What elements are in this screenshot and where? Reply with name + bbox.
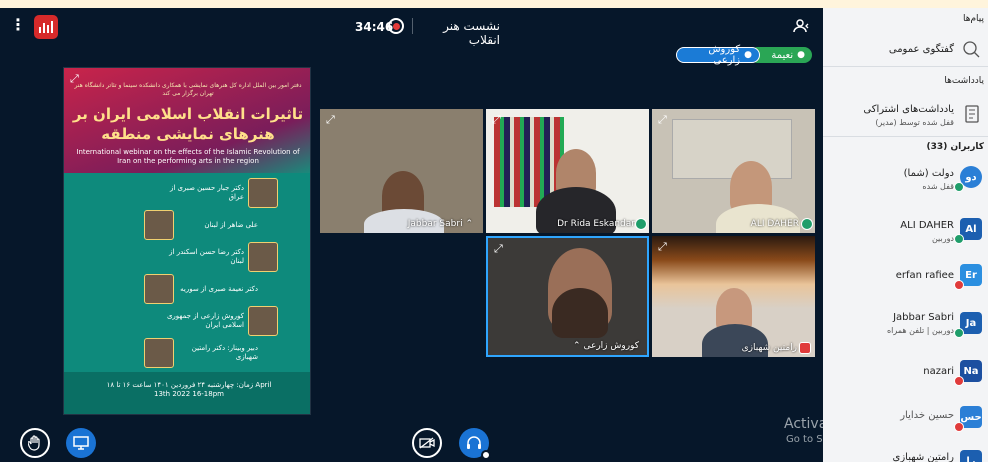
mic-icon: ● bbox=[797, 50, 805, 60]
present-screen-button[interactable] bbox=[66, 428, 96, 458]
poster-speaker: دکتر جبار حسین صبری از عراق bbox=[164, 178, 278, 208]
speaker-photo bbox=[144, 274, 174, 304]
video-tile[interactable]: ⤢ Jabbar Sabri ⌃ bbox=[320, 109, 483, 233]
video-tile[interactable]: ⤢ ⌃ کوروش زارعی bbox=[486, 236, 649, 357]
speaker-photo bbox=[248, 306, 278, 336]
speaker-name: کوروش زارعی از جمهوری اسلامی ایران bbox=[166, 312, 244, 329]
mic-status-icon bbox=[954, 328, 964, 338]
raise-hand-button[interactable] bbox=[20, 428, 50, 458]
user-name: Jabbar Sabri bbox=[893, 312, 954, 323]
avatar: را bbox=[960, 450, 982, 462]
mic-icon bbox=[635, 218, 647, 230]
fullscreen-icon[interactable]: ⤢ bbox=[494, 242, 503, 256]
recording-indicator-icon[interactable] bbox=[34, 15, 58, 39]
public-chat-label: گفتگوی عمومی bbox=[888, 44, 954, 55]
tile-name-label: ALI DAHER bbox=[750, 219, 799, 229]
user-status: دوربین | تلفن همراه bbox=[886, 326, 954, 335]
sidebar: پیام‌ها گفتگوی عمومی یادداشت‌ها یادداشت‌… bbox=[823, 8, 988, 462]
user-status: دوربین bbox=[931, 234, 954, 243]
tile-name-label: Jabbar Sabri ⌃ bbox=[407, 219, 473, 229]
participant-video bbox=[552, 288, 608, 338]
chat-icon bbox=[962, 40, 980, 58]
presentation-icon bbox=[73, 436, 89, 450]
poster-speaker: علی ضاهر از لبنان bbox=[144, 210, 258, 240]
user-status: قفل شده bbox=[922, 182, 954, 191]
activation-watermark: Activate Windows bbox=[784, 416, 823, 432]
user-name: erfan rafiee bbox=[895, 270, 954, 281]
poster-footer-text: زمان: چهارشنبه ۲۴ فروردین ۱۴۰۱ ساعت ۱۶ ت… bbox=[106, 381, 272, 398]
speaker-photo bbox=[248, 178, 278, 208]
talking-name: کوروش زارعی bbox=[708, 44, 741, 66]
poster-speaker: دبیر وبینار: دکتر رامتین شهبازی bbox=[144, 338, 258, 368]
wall-map bbox=[672, 119, 792, 179]
meeting-title: نشست هنر انقلاب bbox=[443, 19, 500, 47]
audio-status-dot bbox=[481, 450, 491, 460]
poster-title-en: International webinar on the effects of … bbox=[76, 148, 300, 165]
speaker-photo bbox=[144, 210, 174, 240]
headphones-icon bbox=[467, 436, 481, 449]
notes-header: یادداشت‌ها bbox=[944, 76, 984, 86]
divider bbox=[823, 66, 988, 67]
speaker-name: دکتر رضا حسن اسکندر از لبنان bbox=[169, 248, 244, 265]
video-tile[interactable]: ⤢ ALI DAHER bbox=[652, 109, 815, 233]
fullscreen-icon[interactable]: ⤢ bbox=[326, 113, 335, 127]
speaker-name: دکتر جبار حسین صبری از عراق bbox=[169, 184, 244, 201]
talking-indicator: ● کوروش زارعی bbox=[676, 44, 760, 66]
fullscreen-icon[interactable]: ⤢ bbox=[658, 113, 667, 127]
poster-speaker: دکتر نعیمة صبری از سوریه bbox=[144, 274, 258, 304]
record-icon[interactable] bbox=[388, 18, 404, 34]
poster-title: تاثیرات انقلاب اسلامی ایران بر هنرهای نم… bbox=[72, 105, 304, 143]
fullscreen-icon[interactable]: ⤢ bbox=[492, 113, 501, 127]
talking-name: نعیمة bbox=[771, 49, 794, 61]
tile-name-label: ⌃ کوروش زارعی bbox=[573, 341, 639, 351]
camera-toggle-button[interactable] bbox=[412, 428, 442, 458]
speaker-photo bbox=[248, 242, 278, 272]
divider bbox=[823, 136, 988, 137]
user-name: حسین خدایار bbox=[900, 410, 954, 421]
hand-icon bbox=[28, 435, 40, 451]
user-name: ALI DAHER bbox=[900, 220, 954, 231]
poster-speaker: دکتر رضا حسن اسکندر از لبنان bbox=[164, 242, 278, 272]
fullscreen-icon[interactable]: ⤢ bbox=[658, 240, 667, 254]
mic-icon bbox=[801, 218, 813, 230]
speaker-photo bbox=[144, 338, 174, 368]
muted-mic-icon bbox=[799, 342, 811, 354]
shared-notes-sub: قفل شده توسط (مدیر) bbox=[875, 118, 954, 127]
shared-notes-label: یادداشت‌های اشتراکی bbox=[863, 104, 954, 115]
divider bbox=[412, 18, 413, 34]
users-toggle-icon[interactable] bbox=[792, 18, 812, 34]
speaker-name: دبیر وبینار: دکتر رامتین شهبازی bbox=[191, 344, 258, 361]
presentation-slide[interactable]: ⤢ دفتر امور بین الملل اداره کل هنرهای نم… bbox=[63, 67, 311, 415]
mic-icon: ● bbox=[744, 50, 752, 60]
tile-name-label: Dr Rida Eskandar bbox=[557, 219, 635, 229]
muted-mic-icon bbox=[954, 280, 964, 290]
poster-header-text: دفتر امور بین الملل اداره کل هنرهای نمای… bbox=[74, 82, 302, 97]
top-strip bbox=[0, 0, 988, 8]
video-tile[interactable]: ⤢ رامتین شهبازی bbox=[652, 236, 815, 357]
notes-icon bbox=[964, 104, 980, 124]
messages-header: پیام‌ها bbox=[962, 14, 984, 24]
user-name: رامتین شهبازی bbox=[892, 452, 955, 462]
poster-speaker: کوروش زارعی از جمهوری اسلامی ایران bbox=[164, 306, 278, 336]
video-tile[interactable]: ⤢ Dr Rida Eskandar bbox=[486, 109, 649, 233]
muted-mic-icon bbox=[954, 376, 964, 386]
mic-status-icon bbox=[954, 182, 964, 192]
user-name: nazari bbox=[923, 366, 954, 377]
main-stage: ⋮ 34:46 نشست هنر انقلاب ● نعیمة ● کوروش … bbox=[0, 8, 823, 462]
users-header: کاربران (33) bbox=[926, 142, 984, 152]
mic-status-icon bbox=[954, 234, 964, 244]
user-name: دولت (شما) bbox=[903, 168, 954, 179]
options-menu-icon[interactable]: ⋮ bbox=[10, 16, 26, 34]
camera-off-icon bbox=[419, 437, 435, 449]
tile-name-label: رامتین شهبازی bbox=[741, 343, 797, 353]
activation-watermark-sub: Go to Settings to activate Windows. bbox=[786, 434, 823, 445]
speaker-name: علی ضاهر از لبنان bbox=[204, 220, 258, 229]
audio-button[interactable] bbox=[459, 428, 491, 460]
speaker-name: دکتر نعیمة صبری از سوریه bbox=[180, 284, 258, 293]
muted-mic-icon bbox=[954, 422, 964, 432]
